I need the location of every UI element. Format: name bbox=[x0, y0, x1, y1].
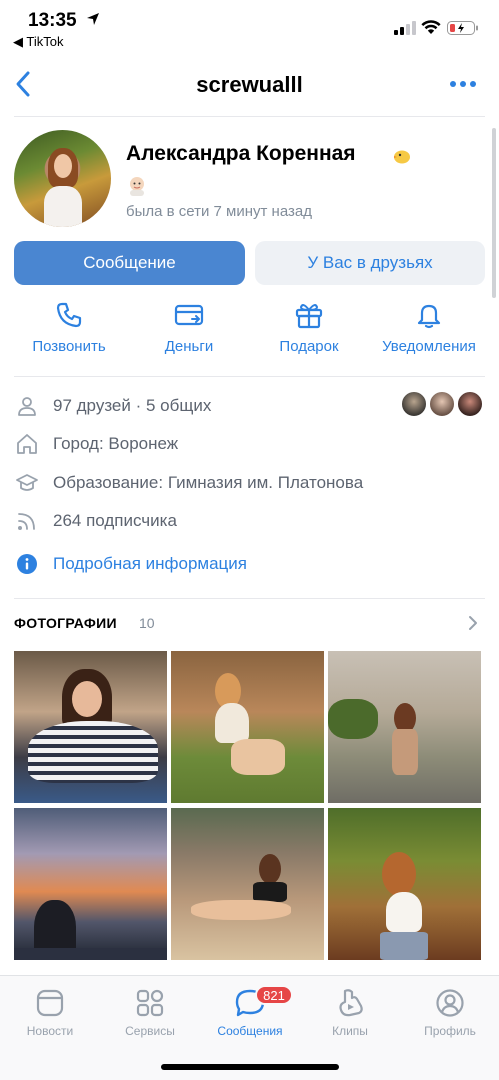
profile-name: Александра Коренная bbox=[126, 142, 356, 165]
graduation-cap-icon bbox=[16, 474, 38, 491]
notifications-label: Уведомления bbox=[382, 338, 476, 355]
info-icon bbox=[17, 554, 37, 574]
baby-emoji-icon bbox=[130, 177, 144, 196]
friend-avatar bbox=[400, 390, 428, 418]
followers-text: 264 подписчика bbox=[53, 511, 177, 530]
photo-thumbnail[interactable] bbox=[328, 808, 481, 960]
chevron-right-icon[interactable] bbox=[466, 614, 480, 632]
details-row[interactable]: Подробная информация bbox=[14, 549, 485, 579]
status-bar: 13:35 ◀ TikTok bbox=[0, 0, 499, 54]
tab-messages-label: Сообщения bbox=[217, 1024, 283, 1038]
chick-emoji-icon bbox=[394, 150, 410, 164]
photo-thumbnail[interactable] bbox=[171, 651, 324, 803]
location-arrow-icon bbox=[87, 13, 99, 25]
scrollbar[interactable] bbox=[492, 128, 496, 298]
last-seen-status: была в сети 7 минут назад bbox=[126, 203, 312, 220]
messages-unread-badge: 821 bbox=[255, 985, 293, 1005]
divider bbox=[14, 598, 485, 599]
tab-news-label: Новости bbox=[26, 1024, 74, 1038]
photo-thumbnail[interactable] bbox=[328, 651, 481, 803]
gift-label: Подарок bbox=[279, 338, 339, 355]
notifications-action[interactable]: Уведомления bbox=[369, 300, 489, 364]
bell-icon bbox=[417, 304, 441, 329]
friends-status-button[interactable]: У Вас в друзьях bbox=[255, 241, 485, 285]
friends-count-text: 97 друзей · 5 общих bbox=[53, 396, 212, 415]
gift-action[interactable]: Подарок bbox=[249, 300, 369, 364]
photos-count: 10 bbox=[139, 615, 155, 631]
divider bbox=[14, 376, 485, 377]
home-icon bbox=[17, 434, 37, 454]
cellular-signal-icon bbox=[394, 21, 416, 35]
tab-clips[interactable]: Клипы bbox=[305, 988, 395, 1044]
tab-profile[interactable]: Профиль bbox=[405, 988, 495, 1044]
status-time: 13:35 bbox=[28, 10, 77, 31]
tab-news[interactable]: Новости bbox=[5, 988, 95, 1044]
wifi-icon bbox=[421, 20, 441, 34]
more-options-icon[interactable] bbox=[448, 76, 478, 92]
mutual-friends-avatars[interactable] bbox=[400, 390, 486, 420]
gift-icon bbox=[295, 304, 323, 329]
phone-icon bbox=[56, 302, 82, 328]
photo-thumbnail[interactable] bbox=[171, 808, 324, 960]
news-icon bbox=[36, 989, 64, 1017]
money-label: Деньги bbox=[164, 338, 214, 355]
city-text: Город: Воронеж bbox=[53, 434, 179, 453]
friend-avatar bbox=[456, 390, 484, 418]
quick-actions: Позвонить Деньги Подарок Уведомления bbox=[0, 300, 499, 364]
avatar[interactable] bbox=[14, 130, 111, 227]
nav-header: screwualll bbox=[0, 58, 499, 114]
education-row: Образование: Гимназия им. Платонова bbox=[14, 468, 485, 498]
header-divider bbox=[14, 116, 485, 117]
clips-icon bbox=[339, 989, 363, 1017]
message-button[interactable]: Сообщение bbox=[14, 241, 245, 285]
details-link[interactable]: Подробная информация bbox=[53, 554, 247, 574]
education-text: Образование: Гимназия им. Платонова bbox=[53, 473, 364, 492]
tab-profile-label: Профиль bbox=[424, 1024, 476, 1038]
call-label: Позвонить bbox=[32, 338, 106, 355]
photo-thumbnail[interactable] bbox=[14, 651, 167, 803]
tab-clips-label: Клипы bbox=[332, 1024, 368, 1038]
city-row: Город: Воронеж bbox=[14, 429, 485, 459]
person-icon bbox=[18, 397, 36, 416]
back-to-app-link[interactable]: ◀ TikTok bbox=[13, 34, 63, 50]
tab-services-label: Сервисы bbox=[125, 1024, 175, 1038]
friend-avatar bbox=[428, 390, 456, 418]
page-title: screwualll bbox=[196, 72, 303, 97]
services-icon bbox=[136, 989, 164, 1017]
money-action[interactable]: Деньги bbox=[129, 300, 249, 364]
profile-icon bbox=[436, 989, 464, 1017]
battery-icon bbox=[447, 21, 478, 35]
money-icon bbox=[174, 304, 204, 326]
photo-thumbnail[interactable] bbox=[14, 808, 167, 960]
rss-icon bbox=[18, 513, 35, 530]
call-action[interactable]: Позвонить bbox=[9, 300, 129, 364]
tab-services[interactable]: Сервисы bbox=[105, 988, 195, 1044]
photos-section-title[interactable]: ФОТОГРАФИИ bbox=[14, 615, 117, 631]
home-indicator[interactable] bbox=[161, 1064, 339, 1070]
followers-row[interactable]: 264 подписчика bbox=[14, 506, 485, 536]
